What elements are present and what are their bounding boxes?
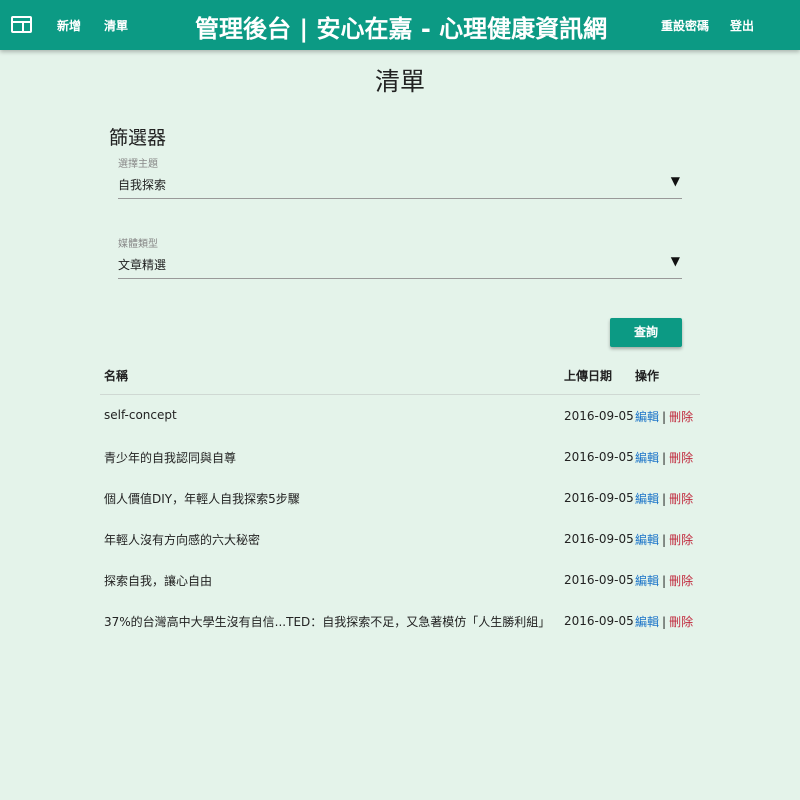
reset-password-link[interactable]: 重設密碼	[661, 17, 709, 34]
delete-link[interactable]: 刪除	[669, 451, 693, 465]
row-name: 青少年的自我認同與自尊	[104, 451, 237, 465]
action-separator: |	[662, 615, 667, 629]
query-button[interactable]: 查詢	[610, 318, 682, 347]
topic-label: 選擇主題	[118, 159, 158, 170]
action-separator: |	[662, 492, 667, 506]
row-name: self-concept	[104, 408, 177, 422]
row-name: 探索自我，讓心自由	[104, 574, 213, 588]
edit-link[interactable]: 編輯	[635, 533, 659, 547]
nav-add-link[interactable]: 新增	[57, 17, 81, 34]
table-body: self-concept 2016-09-05 編輯 | 刪除 青少年的自我認同與自尊 20…	[100, 395, 700, 641]
row-name: 個人價值DIY，年輕人自我探索5步驟	[104, 492, 300, 506]
edit-link[interactable]: 編輯	[635, 492, 659, 506]
table-row: 個人價值DIY，年輕人自我探索5步驟 2016-09-05 編輯 | 刪除	[100, 477, 700, 518]
delete-link[interactable]: 刪除	[669, 615, 693, 629]
row-actions: 編輯 | 刪除	[635, 408, 693, 425]
app-title: 管理後台 | 安心在嘉 - 心理健康資訊網	[195, 15, 608, 43]
content-table: 名稱 上傳日期 操作 self-concept 2016-09-05 編輯 | 刪除 青少…	[100, 358, 700, 641]
row-date: 2016-09-05	[564, 450, 634, 464]
edit-link[interactable]: 編輯	[635, 451, 659, 465]
menu-icon[interactable]	[11, 16, 32, 33]
table-row: 探索自我，讓心自由 2016-09-05 編輯 | 刪除	[100, 559, 700, 600]
row-date: 2016-09-05	[564, 409, 634, 423]
table-header: 名稱 上傳日期 操作	[100, 358, 700, 395]
table-row: 青少年的自我認同與自尊 2016-09-05 編輯 | 刪除	[100, 436, 700, 477]
page-title: 清單	[374, 67, 425, 96]
column-header-date: 上傳日期	[564, 369, 613, 383]
table-row: self-concept 2016-09-05 編輯 | 刪除	[100, 395, 700, 436]
topic-select[interactable]: 自我探索 ▼	[118, 173, 682, 199]
edit-link[interactable]: 編輯	[635, 574, 659, 588]
row-date: 2016-09-05	[564, 532, 634, 546]
row-date: 2016-09-05	[564, 614, 634, 628]
action-separator: |	[662, 410, 667, 424]
row-name: 37%的台灣高中大學生沒有自信...TED：自我探索不足，又急著模仿「人生勝利組…	[104, 615, 551, 629]
row-actions: 編輯 | 刪除	[635, 572, 693, 589]
logout-link[interactable]: 登出	[730, 17, 754, 34]
nav-list-link[interactable]: 清單	[104, 17, 128, 34]
edit-link[interactable]: 編輯	[635, 410, 659, 424]
delete-link[interactable]: 刪除	[669, 410, 693, 424]
row-date: 2016-09-05	[564, 573, 634, 587]
column-header-name: 名稱	[104, 369, 129, 383]
topic-select-value: 自我探索	[118, 178, 167, 192]
row-date: 2016-09-05	[564, 491, 634, 505]
dropdown-caret-icon: ▼	[670, 174, 680, 188]
table-row: 年輕人沒有方向感的六大秘密 2016-09-05 編輯 | 刪除	[100, 518, 700, 559]
column-header-ops: 操作	[635, 369, 660, 383]
action-separator: |	[662, 451, 667, 465]
media-type-select-value: 文章精選	[118, 258, 167, 272]
dropdown-caret-icon: ▼	[670, 254, 680, 268]
delete-link[interactable]: 刪除	[669, 574, 693, 588]
filter-title: 篩選器	[109, 127, 167, 149]
action-separator: |	[662, 533, 667, 547]
row-actions: 編輯 | 刪除	[635, 449, 693, 466]
action-separator: |	[662, 574, 667, 588]
edit-link[interactable]: 編輯	[635, 615, 659, 629]
delete-link[interactable]: 刪除	[669, 533, 693, 547]
top-app-bar: 新增 清單 管理後台 | 安心在嘉 - 心理健康資訊網 重設密碼 登出	[0, 0, 800, 50]
row-name: 年輕人沒有方向感的六大秘密	[104, 533, 261, 547]
table-row: 37%的台灣高中大學生沒有自信...TED：自我探索不足，又急著模仿「人生勝利組…	[100, 600, 700, 641]
row-actions: 編輯 | 刪除	[635, 613, 693, 630]
media-type-label: 媒體類型	[118, 239, 158, 250]
row-actions: 編輯 | 刪除	[635, 490, 693, 507]
media-type-select[interactable]: 文章精選 ▼	[118, 253, 682, 279]
row-actions: 編輯 | 刪除	[635, 531, 693, 548]
delete-link[interactable]: 刪除	[669, 492, 693, 506]
